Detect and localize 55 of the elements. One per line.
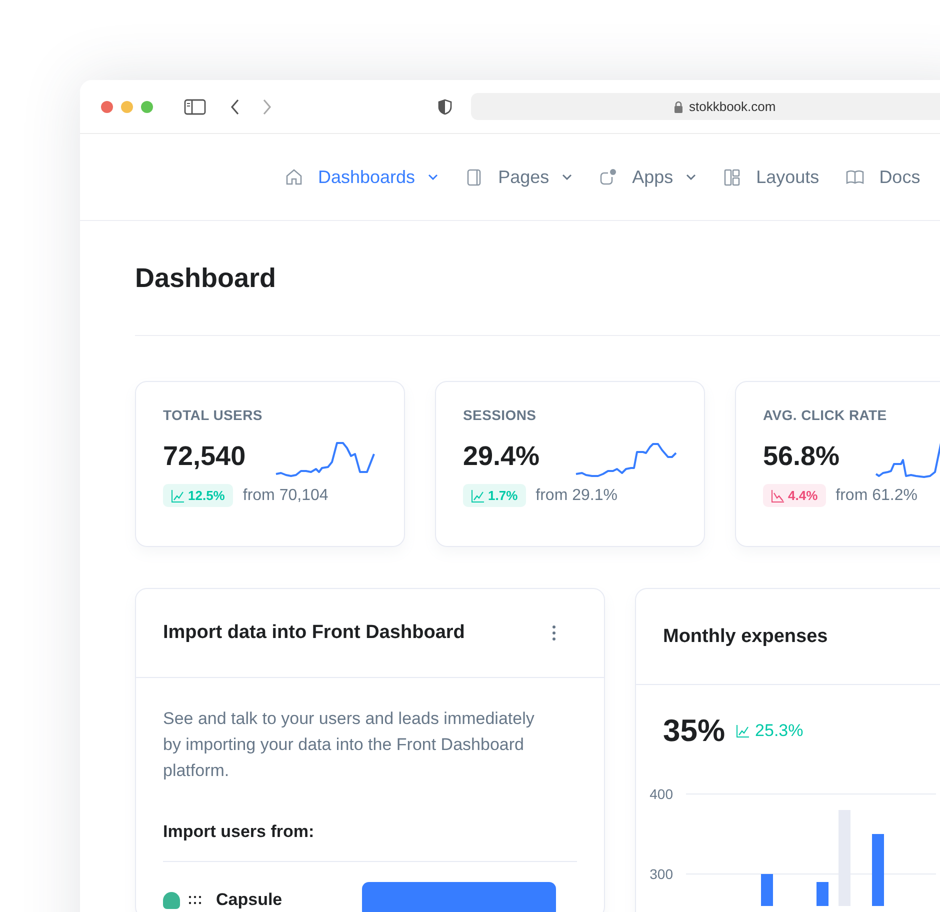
- source-name: Capsule: [216, 890, 284, 910]
- stat-label: TOTAL USERS: [163, 407, 264, 423]
- shield-icon[interactable]: [438, 98, 452, 114]
- layout-icon: [723, 168, 742, 186]
- address-bar[interactable]: stokkbook.com: [471, 93, 940, 120]
- nav-link[interactable]: Apps: [632, 166, 674, 188]
- app-icon: [599, 168, 618, 186]
- nav-link[interactable]: Dashboards: [318, 166, 416, 188]
- bar: [872, 834, 884, 906]
- bar: [761, 874, 773, 906]
- change-badge: 1.7%: [463, 484, 526, 507]
- stat-value: 72,540: [163, 440, 246, 472]
- nav-link[interactable]: Docs: [879, 166, 920, 188]
- window-control-dot[interactable]: [101, 100, 113, 112]
- comparison-text: from 70,104: [242, 486, 328, 504]
- section-heading: Import users from:: [163, 822, 577, 862]
- nav-link[interactable]: Layouts: [756, 166, 820, 188]
- page-title: Dashboard: [135, 263, 278, 293]
- logo-icon: [163, 892, 180, 908]
- back-icon[interactable]: [230, 98, 240, 114]
- trend-down-icon: [771, 488, 785, 502]
- chevron-down-icon[interactable]: [686, 174, 696, 180]
- chevron-down-icon[interactable]: [428, 174, 438, 180]
- axis-label: 300: [650, 866, 673, 882]
- window-control-dot[interactable]: [121, 100, 133, 112]
- stat-value: 56.8%: [763, 440, 840, 472]
- trend-up-icon: [736, 724, 750, 738]
- forward-icon[interactable]: [262, 98, 272, 114]
- window-control-dot[interactable]: [141, 100, 153, 112]
- more-vertical-icon[interactable]: [552, 625, 556, 641]
- change-text: 25.3%: [736, 721, 804, 741]
- stat-label: SESSIONS: [463, 407, 538, 423]
- axis-label: 400: [650, 786, 673, 802]
- address-text: stokkbook.com: [689, 99, 776, 114]
- comparison-text: from 29.1%: [536, 486, 618, 504]
- lock-icon: [674, 100, 683, 112]
- page-icon: [465, 168, 484, 186]
- comparison-text: from 61.2%: [836, 486, 918, 504]
- trend-up-icon: [471, 488, 485, 502]
- nav-link[interactable]: Pages: [498, 166, 550, 188]
- card-title: Import data into Front Dashboard: [163, 622, 465, 644]
- description-text: See and talk to your users and leads immediately by importing your data into the Front Dashboard platform.: [163, 708, 536, 782]
- bar: [816, 882, 828, 906]
- stat-value: 29.4%: [463, 440, 540, 472]
- kpi-value: 35%: [663, 713, 726, 749]
- chevron-down-icon[interactable]: [562, 174, 572, 180]
- change-badge: 12.5%: [163, 484, 233, 507]
- sidebar-icon[interactable]: [184, 98, 206, 114]
- card-title: Monthly expenses: [663, 626, 828, 648]
- change-badge: 4.4%: [763, 484, 826, 507]
- trend-up-icon: [171, 488, 185, 502]
- house-icon: [285, 168, 303, 186]
- book-icon: [846, 168, 864, 186]
- stat-label: AVG. CLICK RATE: [763, 407, 888, 423]
- drag-handle-icon[interactable]: [188, 895, 202, 905]
